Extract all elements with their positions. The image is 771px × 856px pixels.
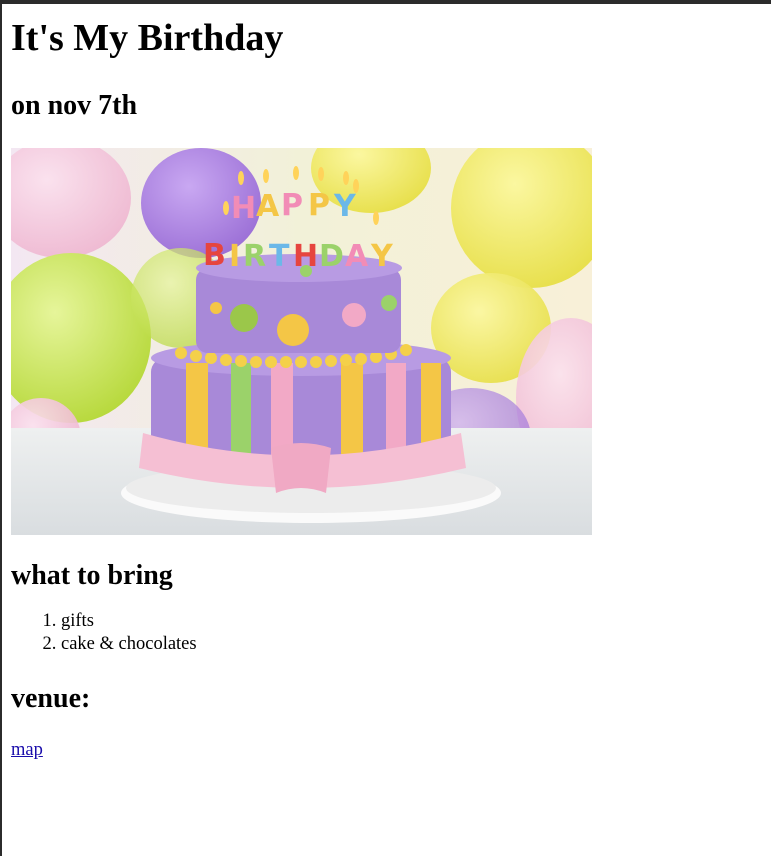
svg-text:B: B bbox=[203, 238, 226, 273]
list-item: gifts bbox=[61, 610, 751, 633]
svg-text:P: P bbox=[308, 188, 330, 223]
map-link[interactable]: map bbox=[11, 740, 43, 761]
svg-text:A: A bbox=[256, 189, 280, 224]
page-content: It's My Birthday on nov 7th H A P P Y B … bbox=[11, 0, 751, 761]
window-left-border bbox=[0, 0, 2, 856]
date-heading: on nov 7th bbox=[11, 90, 138, 121]
svg-text:T: T bbox=[269, 239, 290, 274]
svg-text:D: D bbox=[319, 239, 344, 274]
svg-text:Y: Y bbox=[333, 189, 357, 224]
svg-text:R: R bbox=[243, 239, 266, 274]
birthday-cake-image: H A P P Y B I R T H D A Y bbox=[11, 148, 592, 535]
what-to-bring-heading: what to bring bbox=[11, 560, 173, 591]
venue-heading: venue: bbox=[11, 683, 91, 714]
svg-text:I: I bbox=[229, 239, 240, 274]
list-item: cake & chocolates bbox=[61, 633, 751, 656]
svg-text:H: H bbox=[231, 191, 256, 226]
svg-text:A: A bbox=[345, 239, 369, 274]
bring-list: gifts cake & chocolates bbox=[11, 610, 751, 656]
svg-text:H: H bbox=[293, 239, 318, 274]
svg-text:Y: Y bbox=[370, 239, 394, 274]
page-title: It's My Birthday bbox=[11, 17, 284, 59]
svg-text:P: P bbox=[281, 188, 303, 223]
